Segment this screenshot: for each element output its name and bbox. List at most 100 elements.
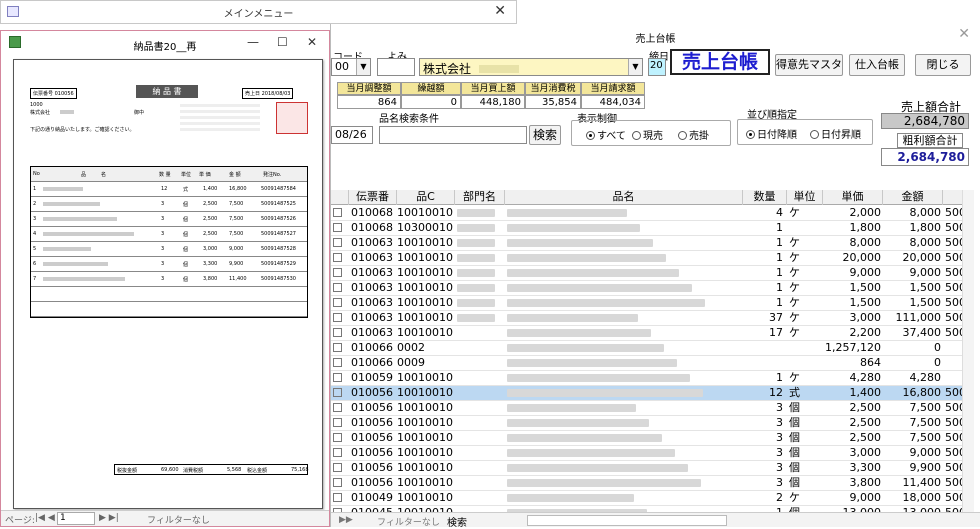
cell-denpyo[interactable]: 010056	[351, 401, 397, 416]
cell-amount[interactable]: 0	[883, 341, 941, 356]
cell-amount[interactable]: 9,900	[883, 461, 942, 476]
cell-bumon[interactable]	[457, 206, 503, 221]
horizontal-scrollbar[interactable]	[527, 515, 727, 526]
cell-hinmei[interactable]	[507, 236, 741, 251]
cell-denpyo[interactable]: 010068	[351, 221, 397, 236]
cell-price[interactable]: 4,280	[823, 371, 882, 386]
cell-qty[interactable]: 3	[743, 446, 783, 461]
table-row[interactable]: 010056 10010010 3 個 2,500 7,500 500	[331, 401, 969, 416]
row-selector[interactable]	[333, 416, 343, 431]
cell-price[interactable]: 1,257,120	[823, 341, 881, 356]
cell-hinc[interactable]: 10010010	[397, 281, 455, 296]
cell-hinc[interactable]: 10010010	[397, 326, 455, 341]
cell-hinmei[interactable]	[507, 206, 741, 221]
cell-qty[interactable]: 3	[743, 476, 783, 491]
cell-qty[interactable]: 12	[743, 386, 783, 401]
col-header-denpyo[interactable]: 伝票番	[349, 190, 397, 205]
cell-hinmei[interactable]	[507, 461, 741, 476]
shimebi-field[interactable]: 20	[648, 58, 666, 76]
close-button[interactable]: 閉じる	[915, 54, 971, 76]
cell-price[interactable]: 1,500	[823, 296, 882, 311]
cell-unit[interactable]: ケ	[789, 371, 819, 386]
cell-denpyo[interactable]: 010056	[351, 386, 397, 401]
nav-filter[interactable]: フィルターなし	[377, 515, 440, 528]
row-selector[interactable]	[333, 206, 343, 221]
cell-price[interactable]: 3,800	[823, 476, 882, 491]
cell-unit[interactable]: ケ	[789, 326, 819, 341]
cell-hinmei[interactable]	[507, 446, 741, 461]
table-row[interactable]: 010056 10010010 3 個 2,500 7,500 500	[331, 431, 969, 446]
cell-qty[interactable]: 3	[743, 416, 783, 431]
table-row[interactable]: 010056 10010010 3 個 2,500 7,500 500	[331, 416, 969, 431]
table-row[interactable]: 010056 10010010 3 個 3,000 9,000 500	[331, 446, 969, 461]
cell-denpyo[interactable]: 010063	[351, 236, 397, 251]
cell-denpyo[interactable]: 010068	[351, 206, 397, 221]
cell-hinc[interactable]: 10010010	[397, 266, 455, 281]
cell-price[interactable]: 2,200	[823, 326, 882, 341]
cell-hinc[interactable]: 10010010	[397, 386, 455, 401]
cell-denpyo[interactable]: 010063	[351, 326, 397, 341]
cell-denpyo[interactable]: 010056	[351, 416, 397, 431]
cell-bumon[interactable]	[457, 281, 503, 296]
table-row[interactable]: 010063 10010010 37 ケ 3,000 111,000 500	[331, 311, 969, 326]
nav-first-icon[interactable]: |◀ ◀	[35, 513, 55, 523]
cell-bumon[interactable]	[457, 356, 503, 371]
cell-unit[interactable]: 個	[789, 416, 819, 431]
cell-hinmei[interactable]	[507, 251, 741, 266]
table-row[interactable]: 010066 0009 864 0	[331, 356, 969, 371]
cell-amount[interactable]: 37,400	[883, 326, 942, 341]
cell-price[interactable]: 8,000	[823, 236, 882, 251]
cell-qty[interactable]: 1	[743, 281, 783, 296]
cell-hinc[interactable]: 10010010	[397, 461, 455, 476]
cell-bumon[interactable]	[457, 296, 503, 311]
cell-qty[interactable]: 4	[743, 206, 783, 221]
table-row[interactable]: 010063 10010010 1 ケ 8,000 8,000 500	[331, 236, 969, 251]
cell-qty[interactable]: 1	[743, 221, 783, 236]
close-icon[interactable]: ✕	[307, 35, 317, 49]
row-selector[interactable]	[333, 356, 343, 371]
cell-price[interactable]: 3,300	[823, 461, 882, 476]
customer-master-button[interactable]: 得意先マスタ	[775, 54, 843, 76]
table-row[interactable]: 010059 10010010 1 ケ 4,280 4,280	[331, 371, 969, 386]
cell-hinmei[interactable]	[507, 416, 741, 431]
row-selector[interactable]	[333, 371, 343, 386]
cell-qty[interactable]: 3	[743, 401, 783, 416]
cell-unit[interactable]: 個	[789, 461, 819, 476]
radio-date-asc[interactable]: 日付昇順	[810, 126, 861, 141]
cell-bumon[interactable]	[457, 461, 503, 476]
table-row[interactable]: 010068 10300010 1 1,800 1,800 500	[331, 221, 969, 236]
cell-qty[interactable]	[743, 341, 783, 356]
row-selector[interactable]	[333, 491, 343, 506]
cell-qty[interactable]: 1	[743, 251, 783, 266]
cell-denpyo[interactable]: 010063	[351, 296, 397, 311]
cell-denpyo[interactable]: 010066	[351, 356, 397, 371]
cell-bumon[interactable]	[457, 266, 503, 281]
cell-denpyo[interactable]: 010066	[351, 341, 397, 356]
cell-amount[interactable]: 20,000	[883, 251, 942, 266]
cell-qty[interactable]: 3	[743, 461, 783, 476]
row-selector[interactable]	[333, 266, 343, 281]
cell-price[interactable]: 20,000	[823, 251, 882, 266]
cell-hinmei[interactable]	[507, 266, 741, 281]
col-header-unit[interactable]: 単位	[787, 190, 823, 205]
cell-denpyo[interactable]: 010056	[351, 461, 397, 476]
maximize-icon[interactable]: ☐	[277, 35, 288, 49]
cell-amount[interactable]: 1,500	[883, 281, 942, 296]
cell-bumon[interactable]	[457, 386, 503, 401]
cell-hinc[interactable]: 10010010	[397, 416, 455, 431]
cell-bumon[interactable]	[457, 326, 503, 341]
cell-bumon[interactable]	[457, 446, 503, 461]
cell-denpyo[interactable]: 010056	[351, 476, 397, 491]
table-row[interactable]: 010063 10010010 1 ケ 1,500 1,500 500	[331, 296, 969, 311]
purchase-ledger-button[interactable]: 仕入台帳	[849, 54, 905, 76]
table-row[interactable]: 010063 10010010 1 ケ 20,000 20,000 500	[331, 251, 969, 266]
minimize-icon[interactable]: —	[247, 35, 259, 49]
cell-unit[interactable]	[789, 221, 819, 236]
search-button[interactable]: 検索	[529, 125, 561, 145]
cell-unit[interactable]: ケ	[789, 491, 819, 506]
cell-hinc[interactable]: 10010010	[397, 371, 455, 386]
product-search-input[interactable]	[379, 126, 527, 144]
cell-bumon[interactable]	[457, 401, 503, 416]
grid-vertical-scrollbar[interactable]	[962, 190, 974, 512]
cell-hinmei[interactable]	[507, 326, 741, 341]
